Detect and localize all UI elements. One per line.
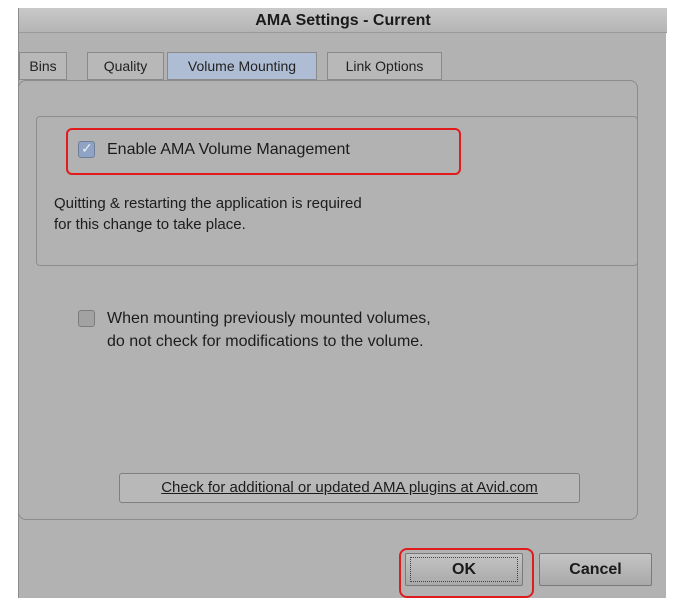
restart-note-line2: for this change to take place. <box>54 216 246 233</box>
enable-ama-volume-management-checkbox[interactable]: ✓ <box>78 140 95 158</box>
skip-modification-check-label-line1: When mounting previously mounted volumes… <box>107 310 431 327</box>
tab-bins[interactable]: Bins <box>19 52 67 80</box>
tab-quality[interactable]: Quality <box>87 52 164 80</box>
ok-button[interactable]: OK <box>405 553 523 586</box>
check-ama-plugins-button[interactable]: Check for additional or updated AMA plug… <box>119 473 580 503</box>
enable-ama-volume-management-label: Enable AMA Volume Management <box>107 141 350 158</box>
skip-modification-check-label-line2: do not check for modifications to the vo… <box>107 333 424 350</box>
window-title: AMA Settings - Current <box>19 8 667 33</box>
cancel-button[interactable]: Cancel <box>539 553 652 586</box>
restart-note-line1: Quitting & restarting the application is… <box>54 195 362 212</box>
tab-link-options[interactable]: Link Options <box>327 52 442 80</box>
ok-button-label: OK <box>452 561 476 578</box>
tab-volume-mounting[interactable]: Volume Mounting <box>167 52 317 80</box>
checkmark-icon: ✓ <box>81 140 93 156</box>
skip-modification-check-checkbox[interactable] <box>78 310 95 327</box>
volume-management-group <box>36 116 638 266</box>
